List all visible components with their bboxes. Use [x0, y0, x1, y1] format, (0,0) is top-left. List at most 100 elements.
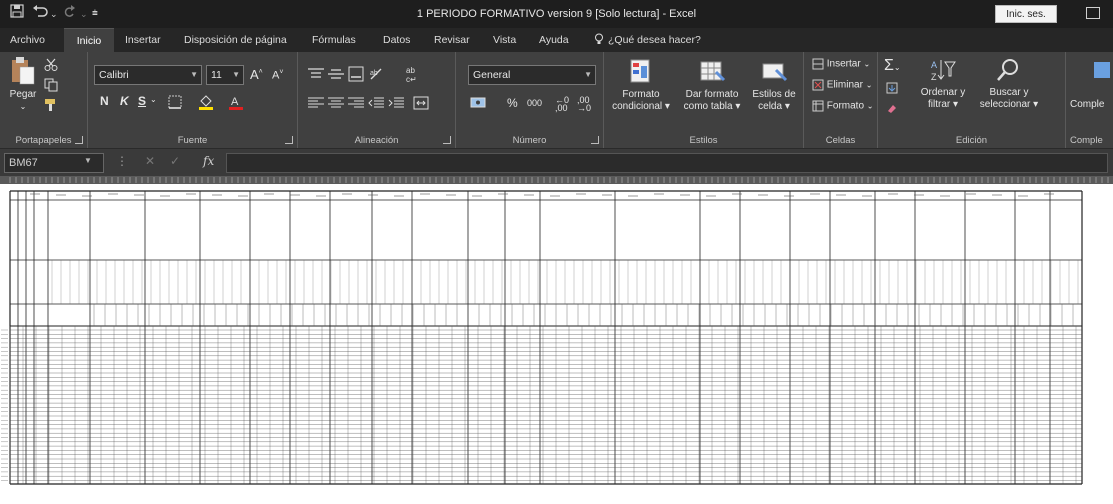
fill-icon[interactable] [886, 82, 898, 94]
number-launcher-icon[interactable] [591, 136, 599, 144]
tab-disposicion[interactable]: Disposición de página [184, 28, 287, 52]
align-bottom-icon[interactable] [348, 66, 364, 82]
align-right-icon[interactable] [348, 97, 364, 109]
format-cells-button[interactable]: Formato ⌄ [812, 100, 874, 112]
chevron-down-icon: ⌄ [865, 80, 873, 90]
cut-icon[interactable] [44, 58, 58, 72]
svg-text:Z: Z [931, 72, 937, 82]
tab-vista[interactable]: Vista [493, 28, 516, 52]
align-center-icon[interactable] [328, 97, 344, 109]
excel-window: ⌄ ⌄ ⩧ 1 PERIODO FORMATIVO version 9 [Sol… [0, 0, 1113, 504]
font-size-select[interactable]: 11 ▼ [206, 65, 244, 85]
name-box-dropdown-icon[interactable]: ▼ [84, 156, 92, 165]
font-color-icon[interactable]: A [228, 94, 244, 110]
percent-button[interactable]: % [507, 96, 518, 110]
increase-indent-icon[interactable] [388, 97, 404, 109]
find-select-button[interactable]: Buscar y seleccionar ▾ [972, 56, 1046, 111]
tab-formulas[interactable]: Fórmulas [312, 28, 356, 52]
tab-datos[interactable]: Datos [383, 28, 410, 52]
wrap-text-icon[interactable]: abc↵ [403, 64, 421, 84]
svg-text:ab: ab [406, 66, 415, 75]
font-group-label: Fuente [177, 135, 208, 146]
conditional-format-label-2: condicional ▾ [612, 101, 670, 112]
worksheet-grid[interactable] [0, 176, 1113, 504]
accounting-format-icon[interactable] [470, 96, 488, 110]
font-family-value: Calibri [99, 69, 129, 81]
cancel-entry-icon[interactable]: ✕ [145, 154, 155, 168]
format-as-table-button[interactable]: Dar formato como tabla ▾ [680, 58, 744, 113]
styles-group: Formato condicional ▾ Dar formato como t… [604, 52, 804, 148]
alignment-launcher-icon[interactable] [443, 136, 451, 144]
cell-styles-label-2: celda ▾ [758, 101, 790, 112]
underline-button[interactable]: S [138, 94, 146, 108]
borders-icon[interactable] [168, 95, 182, 109]
align-top-icon[interactable] [308, 68, 324, 80]
format-cells-label: Formato [826, 100, 865, 112]
alignment-group: ab ab c↵ Alineación [298, 52, 456, 148]
format-painter-icon[interactable] [44, 98, 58, 112]
sign-in-button[interactable]: Inic. ses. [995, 5, 1057, 23]
paste-button[interactable]: Pegar ⌄ [6, 56, 40, 113]
tab-archivo[interactable]: Archivo [10, 28, 45, 52]
align-left-icon[interactable] [308, 97, 324, 109]
increase-font-icon[interactable]: A˄ [250, 67, 263, 82]
find-select-label-1: Buscar y [989, 87, 1029, 98]
ribbon-display-options-icon[interactable] [1086, 7, 1100, 19]
svg-text:A: A [931, 60, 937, 70]
tab-ayuda[interactable]: Ayuda [539, 28, 569, 52]
decrease-decimal-icon[interactable]: ,00 →0 [577, 96, 591, 113]
font-launcher-icon[interactable] [285, 136, 293, 144]
decrease-font-icon[interactable]: A˅ [272, 69, 283, 82]
italic-button[interactable]: K [120, 94, 129, 108]
cell-styles-label-1: Estilos de [752, 89, 796, 100]
underline-dropdown-icon[interactable]: ⌄ [150, 95, 157, 104]
font-group: Calibri ▼ 11 ▼ A˄ A˅ N K S ⌄ A Fuente [88, 52, 298, 148]
alignment-group-label: Alineación [354, 135, 399, 146]
addins-label: Comple [1070, 99, 1105, 110]
conditional-format-label-1: Formato [622, 89, 660, 100]
sort-filter-label-1: Ordenar y [920, 87, 966, 98]
tell-me-search[interactable]: ¿Qué desea hacer? [608, 28, 701, 52]
font-family-select[interactable]: Calibri ▼ [94, 65, 202, 85]
conditional-format-button[interactable]: Formato condicional ▾ [610, 58, 672, 113]
autosum-icon[interactable]: Σ⌄ [884, 57, 901, 75]
confirm-entry-icon[interactable]: ✓ [170, 154, 180, 168]
formula-input[interactable] [226, 153, 1108, 173]
insert-function-icon[interactable]: fx [203, 154, 214, 168]
tab-revisar[interactable]: Revisar [434, 28, 470, 52]
clipboard-launcher-icon[interactable] [75, 136, 83, 144]
tab-insertar[interactable]: Insertar [125, 28, 161, 52]
paste-dropdown-icon[interactable]: ⌄ [6, 101, 40, 113]
copy-icon[interactable] [44, 78, 58, 92]
paste-label: Pegar [9, 89, 37, 100]
clipboard-group: Pegar ⌄ Portapapeles [0, 52, 88, 148]
name-box-value: BM67 [9, 157, 38, 169]
delete-cells-button[interactable]: Eliminar ⌄ [812, 79, 872, 91]
cells-group: Insertar ⌄ Eliminar ⌄ Formato ⌄ Celdas [804, 52, 878, 148]
clear-icon[interactable] [886, 102, 898, 114]
formula-bar-options-icon[interactable]: ⋮ [116, 154, 128, 168]
sort-filter-button[interactable]: AZ Ordenar y filtrar ▾ [916, 56, 970, 111]
format-as-table-icon [700, 61, 726, 82]
sort-filter-label-2: filtrar ▾ [927, 99, 959, 110]
decrease-indent-icon[interactable] [368, 97, 384, 109]
align-middle-icon[interactable] [328, 68, 344, 80]
insert-cells-button[interactable]: Insertar ⌄ [812, 58, 870, 70]
thousands-button[interactable]: 000 [527, 98, 542, 108]
bold-button[interactable]: N [100, 94, 109, 108]
orientation-icon[interactable]: ab [368, 66, 384, 82]
cell-styles-button[interactable]: Estilos de celda ▾ [746, 58, 802, 113]
clipboard-group-label: Portapapeles [15, 135, 72, 146]
increase-decimal-icon[interactable]: ←0,00 [555, 96, 569, 113]
chevron-down-icon: ⌄ [863, 59, 871, 69]
number-format-select[interactable]: General ▼ [468, 65, 596, 85]
tab-inicio[interactable]: Inicio [64, 28, 114, 52]
delete-cells-label: Eliminar [826, 79, 863, 91]
svg-text:ab: ab [370, 70, 378, 77]
merge-center-icon[interactable] [413, 95, 429, 111]
font-size-value: 11 [211, 69, 222, 81]
window-title: 1 PERIODO FORMATIVO version 9 [Solo lect… [416, 8, 697, 20]
fill-color-icon[interactable] [198, 94, 214, 110]
addins-button[interactable]: Comple [1070, 56, 1113, 111]
worksheet-area[interactable] [0, 176, 1113, 504]
